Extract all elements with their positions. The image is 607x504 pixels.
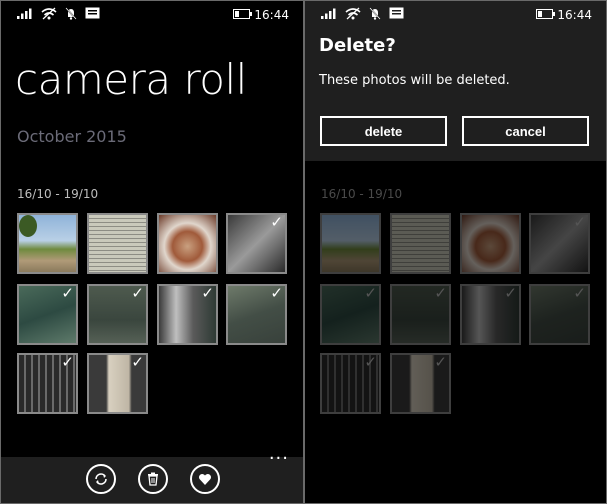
selected-check-icon: ✓	[573, 284, 586, 302]
selected-check-icon: ✓	[131, 284, 144, 302]
delete-confirm-screen: 16/10 - 19/10 ✓ ✓ ✓ ✓ ✓ ✓ ✓ 16:44 Delete…	[304, 0, 607, 504]
favorite-icon	[198, 473, 212, 485]
selected-check-icon: ✓	[364, 284, 377, 302]
dialog-title: Delete?	[319, 35, 396, 56]
more-options-button[interactable]: ...	[269, 443, 289, 464]
status-bar: 16:44	[305, 1, 606, 29]
selected-check-icon: ✓	[61, 284, 74, 302]
photo-thumbnail-floor: ✓	[390, 284, 451, 345]
quiet-hours-bell-icon	[369, 7, 381, 20]
photo-thumbnail-keyboard: ✓	[320, 353, 381, 414]
sync-icon	[95, 473, 107, 485]
photo-thumbnail-carpet[interactable]: ✓	[226, 284, 287, 345]
signal-icon	[321, 8, 336, 19]
signal-icon	[17, 8, 32, 19]
message-icon	[389, 7, 404, 19]
clock: 16:44	[557, 8, 592, 22]
status-bar: 16:44	[1, 1, 303, 29]
clock: 16:44	[254, 8, 289, 22]
date-range-header: 16/10 - 19/10	[321, 187, 403, 201]
cancel-button[interactable]: cancel	[462, 116, 589, 146]
delete-button[interactable]: delete	[320, 116, 447, 146]
battery-icon	[233, 9, 252, 19]
photo-thumbnail-room: ✓	[320, 284, 381, 345]
photo-thumbnail-food	[460, 213, 521, 274]
favorite-button[interactable]	[190, 464, 220, 494]
date-range-header: 16/10 - 19/10	[17, 187, 99, 201]
selected-check-icon: ✓	[504, 284, 517, 302]
selected-check-icon: ✓	[434, 284, 447, 302]
delete-icon	[148, 472, 158, 486]
photo-thumbnail-tree	[320, 213, 381, 274]
photo-thumbnail-food[interactable]	[157, 213, 218, 274]
wifi-icon	[345, 7, 361, 20]
sync-button[interactable]	[86, 464, 116, 494]
photo-thumbnail-glass[interactable]: ✓	[226, 213, 287, 274]
selected-check-icon: ✓	[270, 213, 283, 231]
photo-thumbnail-document[interactable]	[87, 213, 148, 274]
photo-thumbnail-floor[interactable]: ✓	[87, 284, 148, 345]
photo-thumbnail-tree[interactable]	[17, 213, 78, 274]
month-header: October 2015	[17, 127, 127, 146]
selected-check-icon: ✓	[364, 353, 377, 371]
selected-check-icon: ✓	[131, 353, 144, 371]
photo-thumbnail-window: ✓	[460, 284, 521, 345]
selected-check-icon: ✓	[201, 284, 214, 302]
photo-thumbnail-window[interactable]: ✓	[157, 284, 218, 345]
selected-check-icon: ✓	[434, 353, 447, 371]
dialog-message: These photos will be deleted.	[319, 73, 510, 88]
photo-thumbnail-keyboard[interactable]: ✓	[17, 353, 78, 414]
quiet-hours-bell-icon	[65, 7, 77, 20]
photo-thumbnail-cup: ✓	[390, 353, 451, 414]
app-bar: ...	[1, 443, 303, 503]
photo-thumbnail-carpet: ✓	[529, 284, 590, 345]
photo-thumbnail-room[interactable]: ✓	[17, 284, 78, 345]
photo-thumbnail-cup[interactable]: ✓	[87, 353, 148, 414]
selected-check-icon: ✓	[270, 284, 283, 302]
delete-button[interactable]	[138, 464, 168, 494]
selected-check-icon: ✓	[573, 213, 586, 231]
message-icon	[85, 7, 100, 19]
photo-thumbnail-glass: ✓	[529, 213, 590, 274]
delete-dialog: 16:44 Delete? These photos will be delet…	[305, 1, 606, 161]
battery-icon	[536, 9, 555, 19]
page-title: camera roll	[15, 55, 247, 104]
photo-thumbnail-document	[390, 213, 451, 274]
selected-check-icon: ✓	[61, 353, 74, 371]
wifi-icon	[41, 7, 57, 20]
camera-roll-screen: 16:44 camera roll October 2015 16/10 - 1…	[0, 0, 304, 504]
